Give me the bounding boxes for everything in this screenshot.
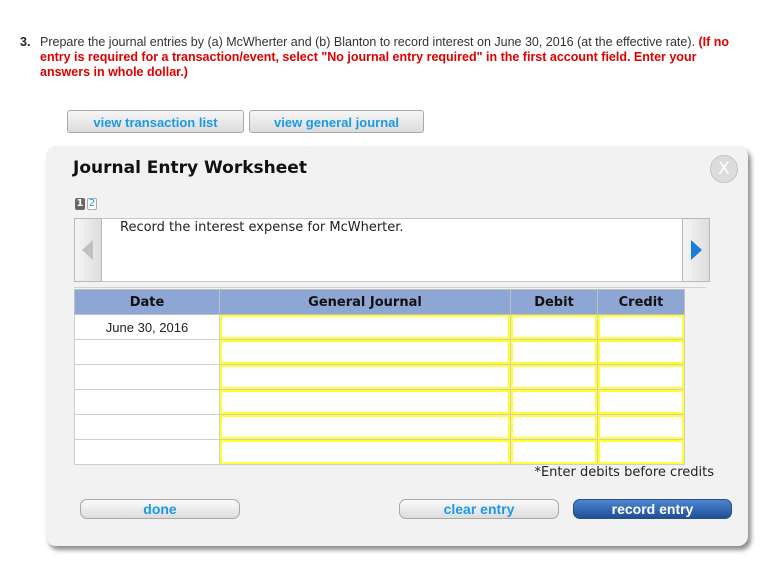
arrow-left-icon	[82, 240, 93, 260]
account-input[interactable]	[220, 315, 510, 339]
record-entry-button[interactable]: record entry	[573, 499, 732, 519]
credit-input[interactable]	[598, 340, 684, 364]
debit-input[interactable]	[511, 390, 597, 414]
view-general-journal-button[interactable]: view general journal	[249, 110, 424, 133]
question-number: 3.	[20, 35, 31, 49]
column-header-general-journal: General Journal	[219, 289, 511, 315]
table-row	[74, 364, 685, 390]
credit-input[interactable]	[598, 315, 684, 339]
date-cell	[74, 389, 220, 415]
divider	[74, 287, 706, 288]
page-selector: 1 2	[75, 198, 97, 210]
column-header-credit: Credit	[597, 289, 685, 315]
previous-entry-button[interactable]	[74, 218, 102, 282]
table-row	[74, 414, 685, 440]
credit-input[interactable]	[598, 390, 684, 414]
credit-input[interactable]	[598, 440, 684, 464]
clear-entry-button[interactable]: clear entry	[399, 499, 559, 519]
credit-input[interactable]	[598, 365, 684, 389]
date-cell	[74, 339, 220, 365]
page-1-tab[interactable]: 1	[75, 198, 85, 210]
credit-input[interactable]	[598, 415, 684, 439]
done-button[interactable]: done	[80, 499, 240, 519]
account-input[interactable]	[220, 390, 510, 414]
column-header-date: Date	[74, 289, 220, 315]
next-entry-button[interactable]	[682, 218, 710, 282]
question-block: 3. Prepare the journal entries by (a) Mc…	[20, 35, 740, 80]
account-input[interactable]	[220, 365, 510, 389]
journal-table: Date General Journal Debit Credit June 3…	[74, 289, 685, 465]
arrow-right-icon	[691, 240, 702, 260]
table-row	[74, 389, 685, 415]
worksheet-title: Journal Entry Worksheet	[73, 158, 307, 178]
debit-input[interactable]	[511, 440, 597, 464]
entry-description: Record the interest expense for McWherte…	[120, 220, 404, 235]
date-cell: June 30, 2016	[74, 314, 220, 340]
table-row: June 30, 2016	[74, 314, 685, 340]
question-prompt: Prepare the journal entries by (a) McWhe…	[40, 35, 695, 49]
debits-before-credits-note: *Enter debits before credits	[534, 465, 714, 480]
date-cell	[74, 364, 220, 390]
journal-entry-worksheet-panel: Journal Entry Worksheet X 1 2 Record the…	[46, 146, 748, 546]
table-row	[74, 339, 685, 365]
account-input[interactable]	[220, 415, 510, 439]
question-text: Prepare the journal entries by (a) McWhe…	[40, 35, 740, 80]
account-input[interactable]	[220, 440, 510, 464]
debit-input[interactable]	[511, 315, 597, 339]
page-2-tab[interactable]: 2	[87, 198, 97, 210]
date-cell	[74, 439, 220, 465]
account-input[interactable]	[220, 340, 510, 364]
journal-header-row: Date General Journal Debit Credit	[74, 289, 685, 315]
date-cell	[74, 414, 220, 440]
debit-input[interactable]	[511, 340, 597, 364]
debit-input[interactable]	[511, 415, 597, 439]
debit-input[interactable]	[511, 365, 597, 389]
close-icon[interactable]: X	[710, 155, 738, 183]
column-header-debit: Debit	[510, 289, 598, 315]
table-row	[74, 439, 685, 465]
view-transaction-list-button[interactable]: view transaction list	[67, 110, 244, 133]
